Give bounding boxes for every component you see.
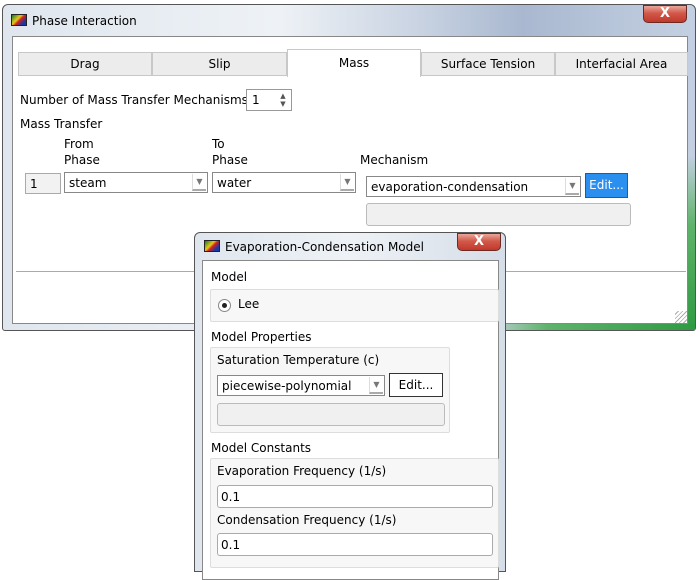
model-group: Lee <box>210 289 499 322</box>
model-properties-label: Model Properties <box>211 330 312 344</box>
dialog-close-button[interactable]: X <box>457 233 501 251</box>
window-edge <box>687 155 695 330</box>
chevron-down-icon[interactable]: ▼ <box>192 174 206 191</box>
from-phase-header-1: From <box>64 137 94 151</box>
saturation-temp-value: piecewise-polynomial <box>222 379 352 393</box>
to-phase-value: water <box>217 176 252 190</box>
radio-lee-label[interactable]: Lee <box>238 297 259 311</box>
to-phase-dropdown[interactable]: water ▼ <box>212 172 356 193</box>
evaporation-freq-value: 0.1 <box>221 490 241 504</box>
window-title: Phase Interaction <box>32 14 137 28</box>
row-index: 1 <box>25 173 61 194</box>
num-mechanisms-label: Number of Mass Transfer Mechanisms <box>20 93 248 107</box>
spin-down-icon[interactable]: ▼ <box>277 100 289 108</box>
title-bar[interactable]: Phase Interaction X <box>3 5 695 35</box>
spinner-arrows[interactable]: ▲ ▼ <box>277 92 289 108</box>
window-edge <box>483 324 695 330</box>
num-mechanisms-spinner[interactable]: 1 ▲ ▼ <box>246 89 292 111</box>
tab-drag[interactable]: Drag <box>18 52 152 76</box>
evaporation-condensation-dialog: Evaporation-Condensation Model X Model L… <box>194 232 506 580</box>
saturation-edit-button[interactable]: Edit... <box>389 373 443 397</box>
condensation-freq-value: 0.1 <box>221 538 241 552</box>
mechanism-header: Mechanism <box>360 153 429 167</box>
radio-lee[interactable] <box>218 299 231 312</box>
from-phase-header-2: Phase <box>64 153 100 167</box>
resize-grip[interactable] <box>675 311 687 323</box>
mechanism-status-field <box>366 203 631 226</box>
chevron-down-icon[interactable]: ▼ <box>340 174 354 191</box>
chevron-down-icon[interactable]: ▼ <box>565 178 579 195</box>
from-phase-dropdown[interactable]: steam ▼ <box>64 172 208 193</box>
tab-bar: Drag Slip Mass Surface Tension Interfaci… <box>18 49 688 77</box>
condensation-freq-input[interactable]: 0.1 <box>217 533 493 556</box>
tab-mass[interactable]: Mass <box>287 49 421 77</box>
from-phase-value: steam <box>69 176 107 190</box>
mechanism-dropdown[interactable]: evaporation-condensation ▼ <box>366 176 581 197</box>
app-icon <box>204 240 220 252</box>
saturation-temp-dropdown[interactable]: piecewise-polynomial ▼ <box>217 375 385 396</box>
to-phase-header-2: Phase <box>212 153 248 167</box>
evaporation-freq-input[interactable]: 0.1 <box>217 485 493 508</box>
tab-surface-tension[interactable]: Surface Tension <box>421 52 555 76</box>
spin-up-icon[interactable]: ▲ <box>277 92 289 100</box>
model-constants-label: Model Constants <box>211 441 312 455</box>
mechanism-value: evaporation-condensation <box>371 180 529 194</box>
app-icon <box>11 14 27 26</box>
dialog-title: Evaporation-Condensation Model <box>225 240 424 254</box>
saturation-status-field <box>217 403 445 426</box>
chevron-down-icon[interactable]: ▼ <box>369 377 383 394</box>
saturation-temp-label: Saturation Temperature (c) <box>217 353 380 367</box>
model-properties-group: Saturation Temperature (c) piecewise-pol… <box>210 347 450 433</box>
to-phase-header-1: To <box>212 137 225 151</box>
row-index-value: 1 <box>30 177 38 191</box>
num-mechanisms-value: 1 <box>252 93 260 107</box>
tab-slip[interactable]: Slip <box>152 52 287 76</box>
close-button[interactable]: X <box>643 5 687 23</box>
dialog-title-bar[interactable]: Evaporation-Condensation Model X <box>195 233 505 259</box>
dialog-content: Model Lee Model Properties Saturation Te… <box>202 260 499 580</box>
tab-interfacial-area[interactable]: Interfacial Area <box>555 52 688 76</box>
mass-transfer-label: Mass Transfer <box>20 117 103 131</box>
model-constants-group: Evaporation Frequency (1/s) 0.1 Condensa… <box>210 458 499 568</box>
condensation-freq-label: Condensation Frequency (1/s) <box>217 513 397 527</box>
model-label: Model <box>211 270 248 284</box>
mechanism-edit-button[interactable]: Edit... <box>585 173 628 198</box>
evaporation-freq-label: Evaporation Frequency (1/s) <box>217 464 387 478</box>
